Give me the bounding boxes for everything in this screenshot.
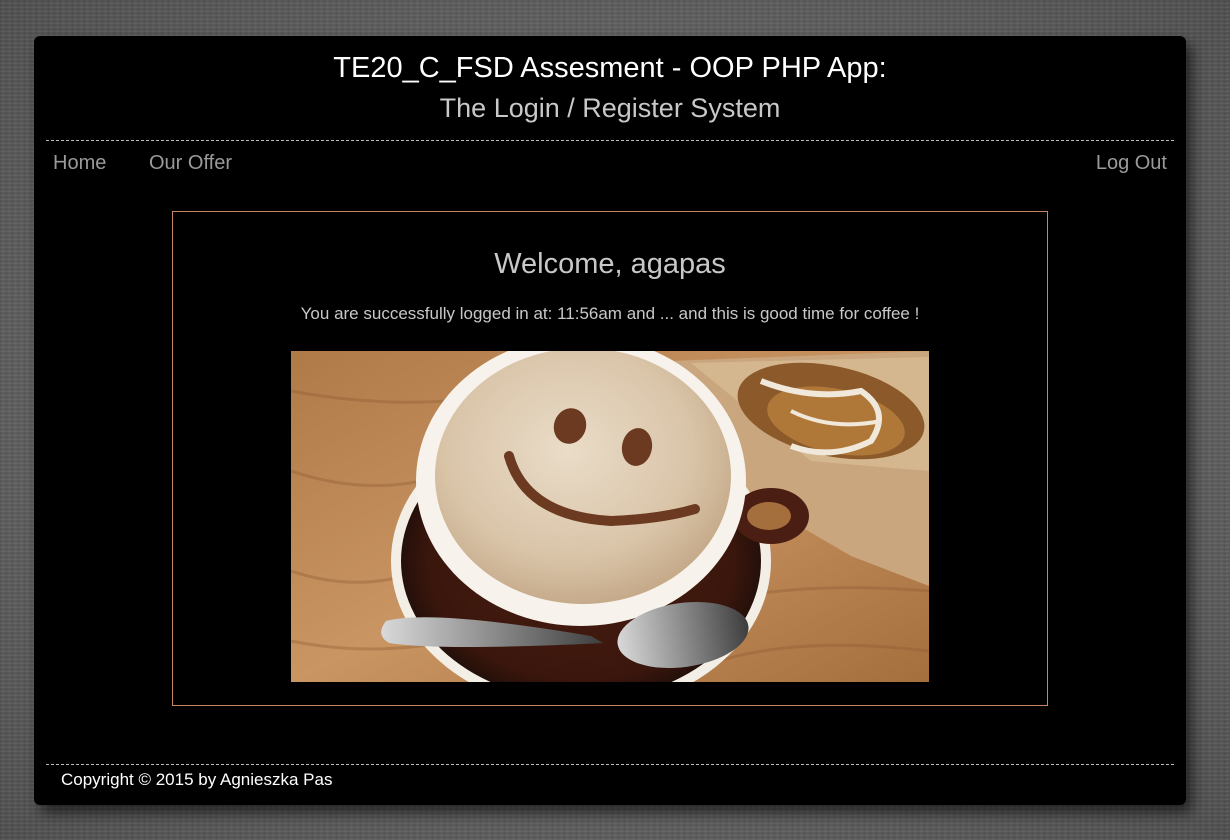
nav-home-link[interactable]: Home [53,152,106,175]
page-subtitle: The Login / Register System [439,93,781,123]
footer-divider [46,764,1174,765]
page-header: TE20_C_FSD Assesment - OOP PHP App: The … [34,50,1186,126]
nav-our-offer-link[interactable]: Our Offer [149,152,232,175]
coffee-photo-illustration [291,351,929,682]
page-title: TE20_C_FSD Assesment - OOP PHP App: [333,52,887,84]
footer-copyright: Copyright © 2015 by Agnieszka Pas [61,770,333,789]
welcome-panel: Welcome, agapas You are successfully log… [172,211,1048,706]
app-frame: TE20_C_FSD Assesment - OOP PHP App: The … [34,36,1186,805]
welcome-heading: Welcome, agapas [494,248,726,280]
header-divider [46,140,1174,141]
main-nav: Home Our Offer Log Out [34,152,1186,178]
nav-log-out-link[interactable]: Log Out [1096,152,1167,175]
login-status-message: You are successfully logged in at: 11:56… [300,304,920,323]
coffee-photo [291,351,929,682]
